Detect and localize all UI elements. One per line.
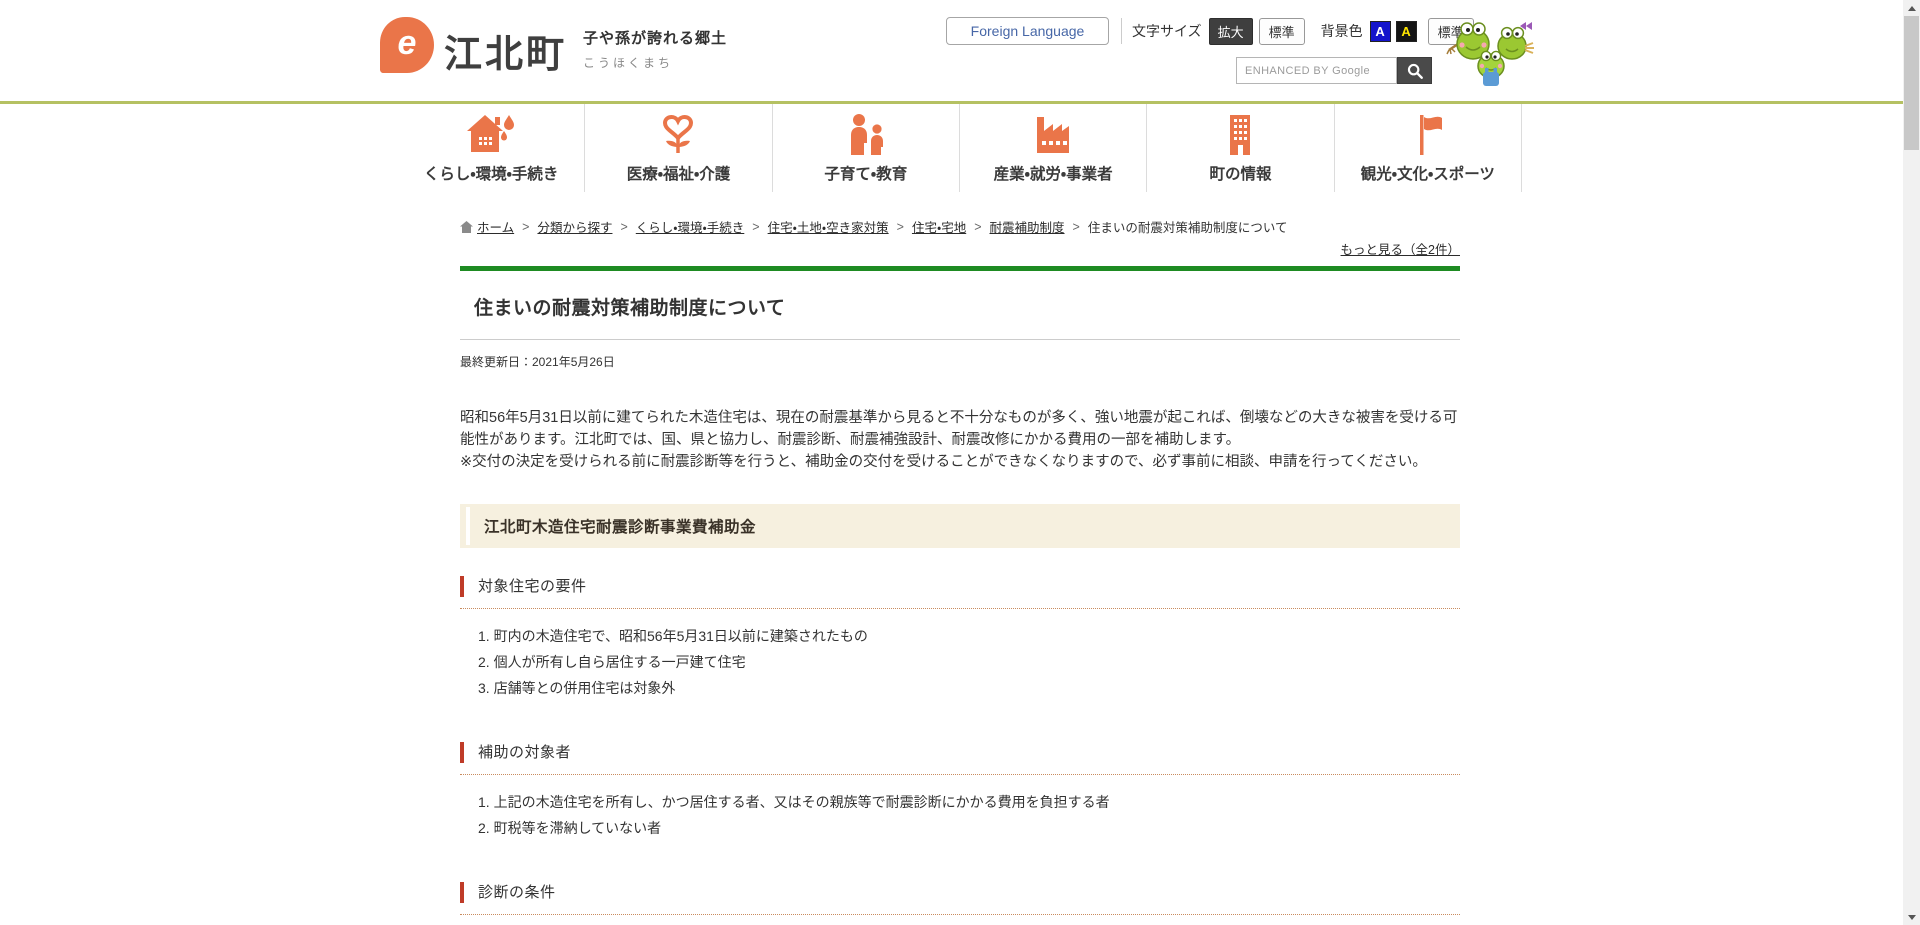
parent-child-icon xyxy=(843,113,889,155)
nav-item-sangyo[interactable]: 産業・就労・事業者 xyxy=(959,104,1146,192)
breadcrumb-separator: > xyxy=(1073,220,1080,234)
header-divider xyxy=(1121,18,1122,44)
list-item: 2. 町税等を滞納していない者 xyxy=(478,820,1460,836)
town-logo-mark-icon: e xyxy=(380,17,434,73)
site-search-input[interactable] xyxy=(1236,57,1397,84)
section-heading-box: 江北町木造住宅耐震診断事業費補助金 xyxy=(460,504,1460,548)
title-divider xyxy=(460,339,1460,340)
breadcrumb-separator: > xyxy=(752,220,759,234)
bg-color-label: 背景色 xyxy=(1321,21,1363,41)
scroll-up-icon xyxy=(1908,6,1916,11)
breadcrumb-current: 住まいの耐震対策補助制度について xyxy=(1088,217,1288,236)
dotted-divider xyxy=(460,608,1460,609)
subsection-conditions: 診断の条件 佐賀県木造住宅耐震診断登録建築士に診断をしてもらうこと xyxy=(460,882,1460,925)
site-name-kana: こうほくまち xyxy=(583,54,727,71)
breadcrumb: ホーム > 分類から探す > くらし・環境・手続き > 住宅・土地・空き家対策 … xyxy=(460,217,1460,236)
dotted-divider xyxy=(460,774,1460,775)
breadcrumb-separator: > xyxy=(897,220,904,234)
scroll-down-icon xyxy=(1908,915,1916,920)
scrollbar-thumb[interactable] xyxy=(1904,16,1919,150)
page: e 江北町 子や孫が誇れる郷土 こうほくまち Foreign Language … xyxy=(0,0,1920,925)
breadcrumb-link-jutaku-takuchi[interactable]: 住宅・宅地 xyxy=(912,217,966,236)
list-item: 1. 上記の木造住宅を所有し、かつ居住する者、又はその親族等で耐震診断にかかる費… xyxy=(478,794,1460,810)
search-button[interactable] xyxy=(1397,57,1432,84)
breadcrumb-separator: > xyxy=(620,220,627,234)
font-size-label: 文字サイズ xyxy=(1132,21,1202,41)
breadcrumb-link-jutaku-tochi[interactable]: 住宅・土地・空き家対策 xyxy=(768,217,889,236)
page-title: 住まいの耐震対策補助制度について xyxy=(460,271,1460,339)
subsection-heading: 補助の対象者 xyxy=(460,742,1460,763)
site-logo[interactable]: e 江北町 子や孫が誇れる郷土 こうほくまち xyxy=(380,17,727,78)
frog-mascots-illustration xyxy=(1446,4,1538,97)
nav-item-iryo[interactable]: 医療・福祉・介護 xyxy=(584,104,771,192)
nav-item-kosodate[interactable]: 子育て・教育 xyxy=(772,104,959,192)
nav-item-kurashi[interactable]: くらし・環境・手続き xyxy=(398,104,584,192)
nav-item-kanko[interactable]: 観光・文化・スポーツ xyxy=(1334,104,1522,192)
breadcrumb-more-link[interactable]: もっと見る（全2件） xyxy=(1341,243,1460,257)
search-icon xyxy=(1406,62,1424,80)
bg-color-blue-button[interactable]: A xyxy=(1370,21,1391,42)
breadcrumb-link-category[interactable]: 分類から探す xyxy=(537,217,612,236)
factory-icon xyxy=(1029,113,1077,155)
foreign-language-button[interactable]: Foreign Language xyxy=(946,17,1109,45)
breadcrumb-separator: > xyxy=(522,220,529,234)
building-icon xyxy=(1222,113,1258,155)
house-drops-icon xyxy=(465,113,517,155)
breadcrumb-separator: > xyxy=(974,220,981,234)
nav-item-machi-joho[interactable]: 町の情報 xyxy=(1146,104,1333,192)
list-item: 2. 個人が所有し自ら居住する一戸建て住宅 xyxy=(478,654,1460,670)
dotted-divider xyxy=(460,914,1460,915)
subsection-heading: 診断の条件 xyxy=(460,882,1460,903)
intro-paragraph: 昭和56年5月31日以前に建てられた木造住宅は、現在の耐震基準から見ると不十分な… xyxy=(460,407,1460,451)
article: 住まいの耐震対策補助制度について 最終更新日：2021年5月26日 昭和56年5… xyxy=(460,266,1460,925)
list-item: 3. 店舗等との併用住宅は対象外 xyxy=(478,680,1460,696)
heart-flower-icon xyxy=(656,113,700,155)
flag-icon xyxy=(1408,113,1448,155)
intro-text: 昭和56年5月31日以前に建てられた木造住宅は、現在の耐震基準から見ると不十分な… xyxy=(460,407,1460,473)
site-header: e 江北町 子や孫が誇れる郷土 こうほくまち Foreign Language … xyxy=(0,0,1920,104)
breadcrumb-link-kurashi[interactable]: くらし・環境・手続き xyxy=(636,217,745,236)
scrollbar[interactable] xyxy=(1903,0,1920,925)
subsection-requirements: 対象住宅の要件 1. 町内の木造住宅で、昭和56年5月31日以前に建築されたもの… xyxy=(460,576,1460,696)
font-size-standard-button[interactable]: 標準 xyxy=(1259,18,1305,45)
last-updated: 最終更新日：2021年5月26日 xyxy=(460,353,1460,370)
breadcrumb-link-taishin[interactable]: 耐震補助制度 xyxy=(990,217,1065,236)
breadcrumb-home-link[interactable]: ホーム xyxy=(460,217,514,236)
main-nav: くらし・環境・手続き 医療・福祉・介護 xyxy=(0,104,1920,192)
intro-note: ※交付の決定を受けられる前に耐震診断等を行うと、補助金の交付を受けることができな… xyxy=(460,451,1460,473)
scrollbar-down-button[interactable] xyxy=(1903,909,1920,925)
font-size-enlarge-button[interactable]: 拡大 xyxy=(1209,18,1253,45)
list-item: 1. 町内の木造住宅で、昭和56年5月31日以前に建築されたもの xyxy=(478,628,1460,644)
subsection-heading: 対象住宅の要件 xyxy=(460,576,1460,597)
site-name: 江北町 xyxy=(444,23,567,78)
scrollbar-up-button[interactable] xyxy=(1903,0,1920,16)
site-tagline: 子や孫が誇れる郷土 xyxy=(583,27,727,48)
subsection-eligible: 補助の対象者 1. 上記の木造住宅を所有し、かつ居住する者、又はその親族等で耐震… xyxy=(460,742,1460,836)
home-icon xyxy=(460,221,473,233)
bg-color-black-button[interactable]: A xyxy=(1396,21,1417,42)
